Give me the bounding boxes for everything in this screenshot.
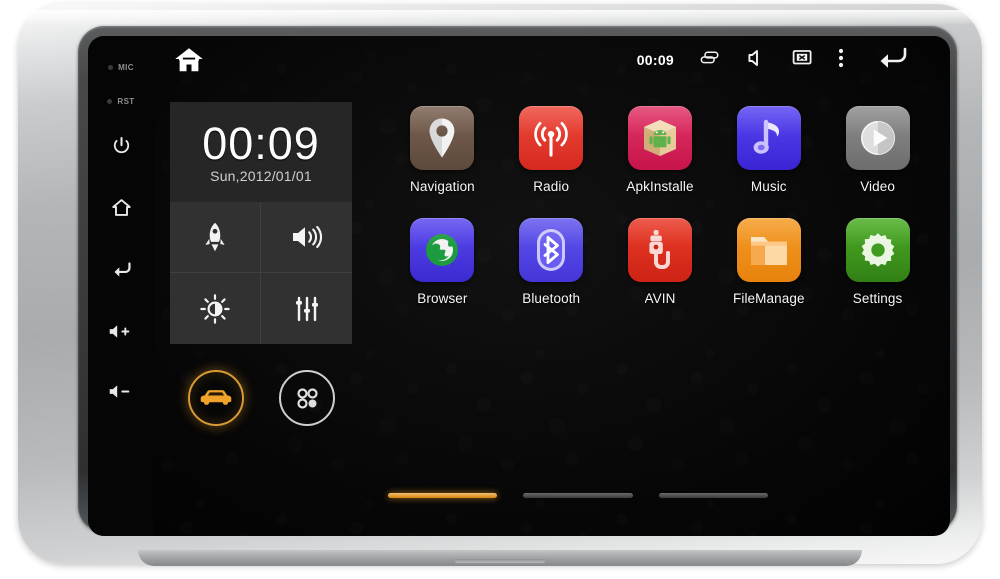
reset-label: RST [117, 96, 135, 106]
touchscreen[interactable]: MIC RST 00:09 00:09 Sun,2012/01/01 Navig… [88, 36, 950, 536]
status-clock: 00:09 [636, 52, 674, 68]
volume-up-key[interactable] [104, 314, 138, 348]
status-bar: 00:09 [154, 36, 950, 84]
package-android-icon [643, 120, 676, 156]
app-apkinstaller[interactable]: ApkInstalle [606, 106, 715, 194]
globe-icon [426, 234, 459, 266]
map-pin-icon [429, 118, 455, 158]
mic-label: MIC [118, 62, 134, 72]
volume-down-key[interactable] [104, 374, 138, 408]
boost-toggle[interactable] [170, 202, 261, 273]
back-arrow-icon [114, 262, 131, 277]
app-settings-label: Settings [852, 291, 903, 306]
volume-toggle[interactable] [261, 202, 352, 273]
app-radio[interactable]: Radio [497, 106, 606, 194]
car-icon [200, 390, 231, 405]
brightness-toggle[interactable] [170, 273, 261, 344]
page-dot-2[interactable] [523, 493, 633, 498]
app-navigation-icon [410, 106, 475, 170]
back-key[interactable] [104, 252, 138, 286]
quick-toggle-grid [170, 202, 352, 344]
app-grid: Navigation Radio ApkInstalle Music Video… [388, 106, 932, 306]
music-note-icon [753, 119, 779, 154]
mic-led-icon [108, 64, 114, 70]
page-dot-1[interactable] [388, 493, 498, 498]
app-radio-icon [519, 106, 584, 170]
app-navigation-label: Navigation [410, 179, 475, 194]
clock-widget[interactable]: 00:09 Sun,2012/01/01 [170, 102, 352, 202]
app-filemanager-icon [736, 218, 801, 282]
rca-plug-icon [649, 230, 670, 269]
app-bluetooth[interactable]: Bluetooth [497, 218, 606, 306]
play-circle-icon [860, 121, 895, 155]
status-home-button[interactable] [154, 46, 224, 74]
head-unit-device: MIC RST 00:09 00:09 Sun,2012/01/01 Navig… [18, 4, 982, 566]
page-dot-3[interactable] [658, 493, 768, 498]
app-bluetooth-label: Bluetooth [522, 291, 581, 306]
folder-icon [750, 237, 787, 265]
hardkey-column: MIC RST [88, 36, 154, 536]
app-apkinstaller-label: ApkInstalle [626, 179, 694, 194]
power-icon [113, 136, 129, 153]
app-filemanager[interactable]: FileManage [714, 218, 823, 306]
home-key[interactable] [104, 190, 138, 224]
clock-date: Sun,2012/01/01 [210, 167, 312, 184]
app-radio-label: Radio [533, 179, 570, 194]
volume-down-icon [109, 384, 130, 398]
mic-indicator: MIC [108, 54, 134, 80]
back-icon[interactable] [870, 45, 908, 76]
app-browser-icon [410, 218, 475, 282]
app-music[interactable]: Music [714, 106, 823, 194]
clock-time: 00:09 [202, 117, 320, 169]
app-music-label: Music [750, 179, 787, 194]
reset-led-icon [107, 98, 113, 104]
app-avin[interactable]: AVIN [606, 218, 715, 306]
reset-indicator[interactable]: RST [107, 88, 134, 114]
app-filemanager-label: FileManage [733, 291, 805, 306]
apps-icon [296, 388, 318, 409]
rocket-icon [205, 222, 225, 252]
shortcut-row [170, 370, 352, 426]
app-avin-label: AVIN [644, 291, 676, 306]
widget-panel: 00:09 Sun,2012/01/01 [170, 102, 352, 426]
app-video[interactable]: Video [823, 106, 932, 194]
screen-off-icon[interactable] [792, 49, 812, 72]
radio-waves-icon [534, 121, 568, 157]
speaker-waves-icon [292, 225, 322, 249]
app-apkinstaller-icon [627, 106, 692, 170]
brightness-icon [200, 293, 230, 324]
app-browser-label: Browser [417, 291, 468, 306]
app-video-label: Video [860, 179, 895, 194]
recents-icon[interactable] [700, 51, 720, 70]
app-settings-icon [845, 218, 910, 282]
app-video-icon [845, 106, 910, 170]
status-right-cluster: 00:09 [637, 45, 950, 76]
app-browser[interactable]: Browser [388, 218, 497, 306]
app-drawer-button[interactable] [278, 370, 335, 426]
app-settings[interactable]: Settings [823, 218, 932, 306]
power-key[interactable] [104, 128, 138, 162]
app-avin-icon [627, 218, 692, 282]
app-navigation[interactable]: Navigation [388, 106, 497, 194]
volume-mute-icon[interactable] [746, 49, 766, 72]
gear-icon [861, 233, 894, 267]
home-icon [175, 48, 203, 72]
sliders-icon [295, 296, 318, 321]
app-music-icon [736, 106, 801, 170]
overflow-menu-icon[interactable] [838, 48, 844, 73]
car-mode-button[interactable] [187, 370, 244, 426]
equalizer-toggle[interactable] [261, 273, 352, 344]
volume-up-icon [109, 324, 130, 338]
page-indicator [388, 493, 768, 498]
bezel-bottom-lip [138, 550, 862, 566]
bluetooth-icon [537, 229, 566, 271]
app-bluetooth-icon [519, 218, 584, 282]
home-icon [111, 198, 131, 216]
